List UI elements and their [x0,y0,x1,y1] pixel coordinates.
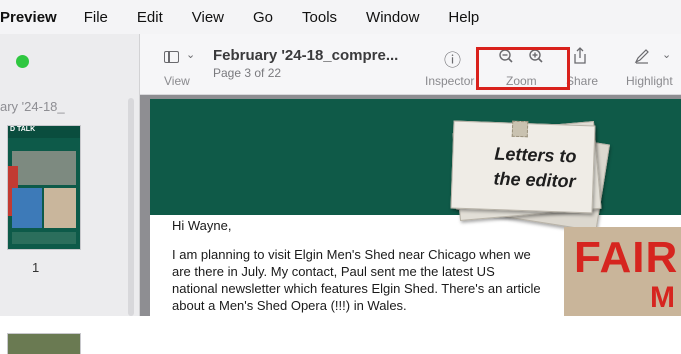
menu-file[interactable]: File [84,9,108,26]
menu-bar: Preview File Edit View Go Tools Window H… [0,0,681,34]
toolbar: ⌄ View February '24-18_compre... Page 3 … [140,34,681,95]
letters-heading-line2: the editor [493,168,576,192]
thumbnail-photo [12,188,42,228]
zoom-window-button[interactable] [16,55,29,68]
thumbnail-footer [12,232,76,244]
share-icon[interactable] [572,46,588,66]
menu-app-preview[interactable]: Preview [0,9,57,26]
article-image-text: FAIR [574,233,679,282]
zoom-annotation-box [476,47,570,90]
letter-paragraph: I am planning to visit Elgin Men's Shed … [172,247,541,313]
view-label[interactable]: View [164,74,190,88]
stamp-icon [511,120,529,138]
document-title[interactable]: February '24-18_compre... [213,47,398,64]
info-icon[interactable]: ⓘ [444,46,461,71]
menu-edit[interactable]: Edit [137,9,163,26]
thumbnail-header-band: D TALK [8,126,80,138]
thumbnail-photo [44,188,76,228]
menu-view[interactable]: View [192,9,224,26]
page-thumbnail-1[interactable]: D TALK [8,126,80,249]
sidebar-toggle-icon[interactable] [164,51,179,63]
menu-window[interactable]: Window [366,9,419,26]
chevron-down-icon[interactable]: ⌄ [186,48,195,61]
document-viewer[interactable]: Letters to the editor Hi Wayne, I am pla… [140,95,681,316]
page-thumbnail-2[interactable] [8,334,80,354]
share-label[interactable]: Share [566,74,598,88]
letters-heading: Letters to the editor [479,141,591,195]
sidebar-document-title: ary '24-18_ [0,99,65,114]
article-image: FAIR M [564,227,681,316]
page-indicator: Page 3 of 22 [213,66,282,80]
inspector-label[interactable]: Inspector [425,74,474,88]
letters-heading-line1: Letters to [494,143,577,167]
thumbnail-page-number: 1 [32,260,40,275]
chevron-down-icon[interactable]: ⌄ [662,48,671,61]
thumbnail-photo [12,151,76,185]
sidebar-scrollbar[interactable] [128,98,134,316]
letters-envelope-graphic: Letters to the editor [450,119,611,232]
pencil-icon[interactable] [634,48,650,64]
letter-greeting: Hi Wayne, [172,218,232,233]
menu-tools[interactable]: Tools [302,9,337,26]
menu-go[interactable]: Go [253,9,273,26]
highlight-label[interactable]: Highlight [626,74,673,88]
document-page: Letters to the editor Hi Wayne, I am pla… [150,99,681,316]
letter-body: Hi Wayne, I am planning to visit Elgin M… [172,217,542,316]
thumbnail-sidebar: ary '24-18_ D TALK 1 [0,34,140,354]
menu-help[interactable]: Help [448,9,479,26]
article-image-text-2: M [650,281,675,314]
